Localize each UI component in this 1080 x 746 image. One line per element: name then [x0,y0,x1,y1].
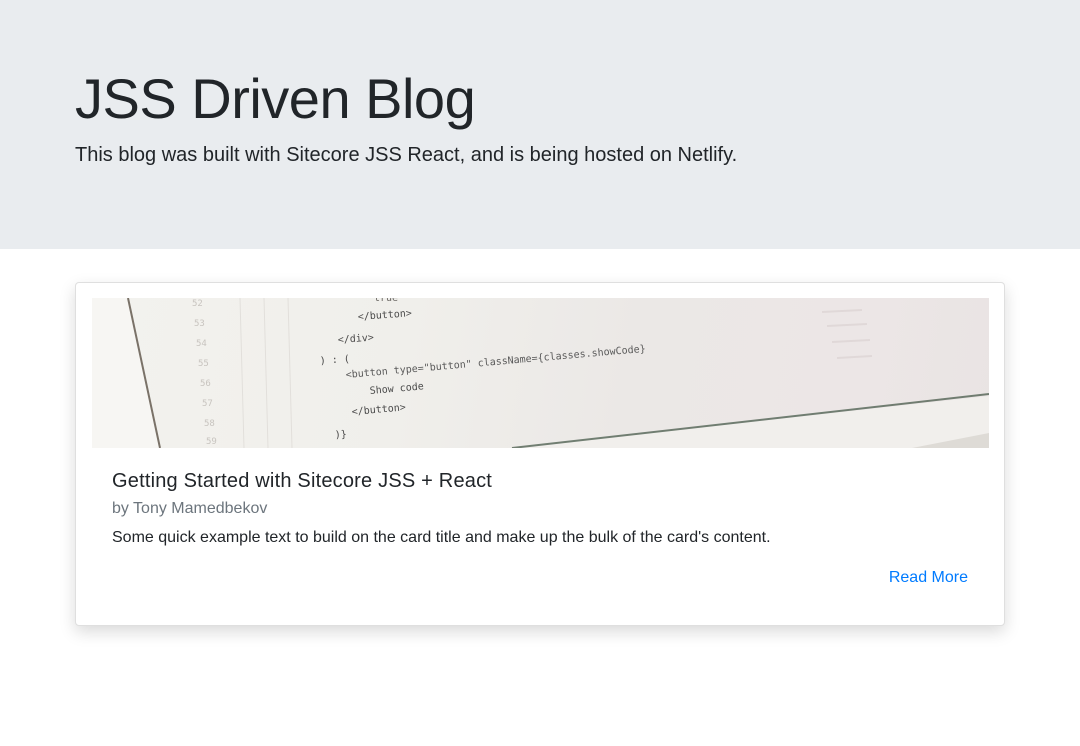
post-title: Getting Started with Sitecore JSS + Reac… [112,470,493,492]
page-title: JSS Driven Blog [75,67,476,130]
code-line: </button> [357,308,412,323]
code-line: )} [334,429,347,441]
post-excerpt: Some quick example text to build on the … [112,529,771,546]
svg-text:55: 55 [198,359,209,369]
code-line: Show code [369,381,424,397]
svg-text:58: 58 [204,419,215,429]
svg-text:57: 57 [202,399,213,409]
post-cover-image: 52 53 54 55 56 57 58 59 true </button> <… [92,298,989,448]
code-line: </div> [337,332,374,345]
svg-text:54: 54 [196,339,207,349]
read-more-link[interactable]: Read More [889,568,968,588]
code-line: <button type="button" className={classes… [345,344,646,381]
jumbotron-header: JSS Driven Blog This blog was built with… [0,0,1080,249]
svg-text:56: 56 [200,379,211,389]
blog-post-card: 52 53 54 55 56 57 58 59 true </button> <… [75,282,1005,626]
code-line: ) : ( [319,354,350,367]
page-lead: This blog was built with Sitecore JSS Re… [75,144,738,166]
svg-text:true: true [374,298,398,304]
svg-text:59: 59 [206,437,217,447]
post-author: by Tony Mamedbekov [112,500,268,517]
svg-text:52: 52 [192,299,203,309]
svg-text:53: 53 [194,319,205,329]
code-line: </button> [351,402,406,418]
